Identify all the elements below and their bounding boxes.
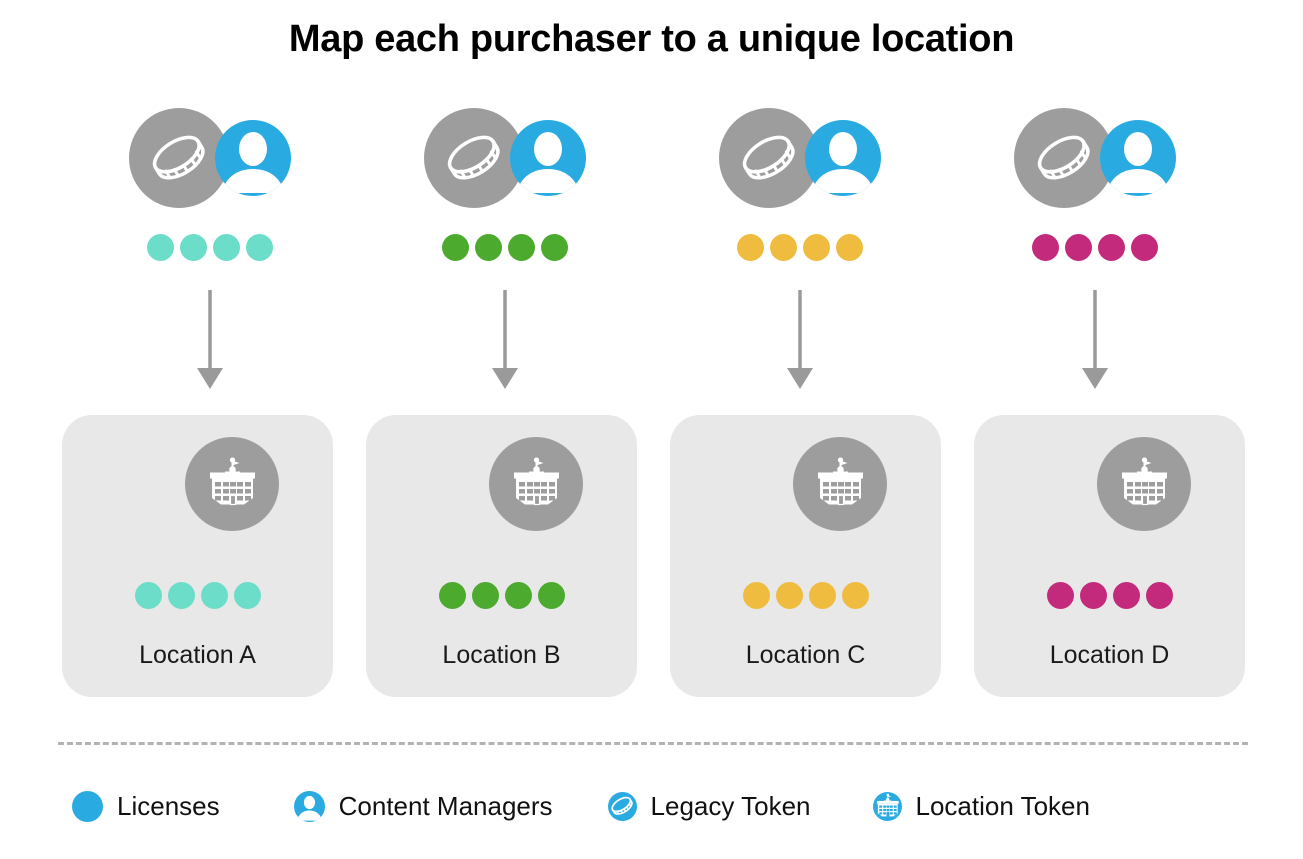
location-token-icon <box>872 791 902 821</box>
content-manager-icon <box>1099 120 1176 196</box>
legend-item-legacy-token: Legacy Token <box>607 790 811 822</box>
purchaser-c-licenses <box>652 234 947 261</box>
purchaser-a <box>62 108 357 278</box>
legend-label-legacy-token: Legacy Token <box>650 790 811 821</box>
legend-item-licenses: Licenses <box>72 790 220 822</box>
legend: Licenses Content Managers Legacy Token L… <box>72 783 1252 829</box>
location-c-label: Location C <box>745 641 866 669</box>
purchaser-a-licenses <box>62 234 357 261</box>
arrow-cell-a <box>62 290 357 395</box>
purchaser-c <box>652 108 947 278</box>
legacy-token-icon <box>607 791 637 821</box>
license-dot <box>167 582 195 609</box>
arrow-cell-c <box>652 290 947 395</box>
purchaser-a-icons <box>62 108 357 208</box>
license-dot <box>775 582 803 609</box>
location-b-label: Location B <box>442 641 561 669</box>
location-b-licenses <box>366 582 637 609</box>
license-dot <box>507 234 535 261</box>
location-c-licenses <box>670 582 941 609</box>
license-dot <box>474 234 502 261</box>
purchaser-row <box>62 108 1242 278</box>
license-dot <box>200 582 228 609</box>
content-manager-icon <box>293 790 325 822</box>
license-dot <box>441 234 469 261</box>
license-dot <box>841 582 869 609</box>
location-card-a[interactable]: Location A <box>62 415 333 697</box>
legend-item-location-token: Location Token <box>872 790 1090 822</box>
license-dot <box>245 234 273 261</box>
license-dot <box>742 582 770 609</box>
purchaser-b-licenses <box>357 234 652 261</box>
filled-circle-icon <box>72 790 103 822</box>
license-dot <box>835 234 863 261</box>
legend-label-location-token: Location Token <box>915 790 1090 821</box>
license-dot <box>802 234 830 261</box>
legend-divider <box>58 742 1248 745</box>
license-dot <box>1079 582 1107 609</box>
arrow-cell-b <box>357 290 652 395</box>
license-dot <box>1145 582 1173 609</box>
location-token-icon <box>184 437 279 531</box>
license-dot <box>504 582 532 609</box>
legacy-token-icon <box>1013 108 1114 208</box>
license-dot <box>1097 234 1125 261</box>
location-card-d[interactable]: Location D <box>974 415 1245 697</box>
location-d-icon-wrap <box>974 437 1245 531</box>
arrow-down-icon <box>1081 290 1108 389</box>
license-dot <box>1112 582 1140 609</box>
license-dot <box>438 582 466 609</box>
location-a-icon-wrap <box>62 437 333 531</box>
location-row: Location A Location B Location C Locatio… <box>62 415 1245 697</box>
license-dot <box>471 582 499 609</box>
license-dot <box>1046 582 1074 609</box>
license-dot <box>134 582 162 609</box>
location-token-icon <box>1096 437 1191 531</box>
license-dot <box>537 582 565 609</box>
purchaser-b-icons <box>357 108 652 208</box>
arrow-down-icon <box>196 290 223 389</box>
location-token-icon <box>792 437 887 531</box>
location-token-icon <box>488 437 583 531</box>
legacy-token-icon <box>718 108 819 208</box>
license-dot <box>1130 234 1158 261</box>
license-dot <box>179 234 207 261</box>
purchaser-d <box>947 108 1242 278</box>
location-card-b[interactable]: Location B <box>366 415 637 697</box>
legacy-token-icon <box>128 108 229 208</box>
arrow-down-icon <box>786 290 813 389</box>
location-c-icon-wrap <box>670 437 941 531</box>
content-manager-icon <box>804 120 881 196</box>
legend-label-content-managers: Content Managers <box>338 790 553 821</box>
purchaser-c-icons <box>652 108 947 208</box>
location-a-licenses <box>62 582 333 609</box>
legacy-token-icon <box>423 108 524 208</box>
arrow-down-icon <box>491 290 518 389</box>
purchaser-b <box>357 108 652 278</box>
legend-label-licenses: Licenses <box>117 790 220 821</box>
location-card-c[interactable]: Location C <box>670 415 941 697</box>
license-dot <box>1031 234 1059 261</box>
purchaser-d-licenses <box>947 234 1242 261</box>
page-title: Map each purchaser to a unique location <box>288 18 1015 60</box>
content-manager-icon <box>214 120 291 196</box>
location-d-licenses <box>974 582 1245 609</box>
license-dot <box>233 582 261 609</box>
location-a-label: Location A <box>139 641 256 669</box>
legend-item-content-managers: Content Managers <box>293 790 553 822</box>
mapping-arrows <box>62 290 1242 395</box>
location-d-label: Location D <box>1049 641 1170 669</box>
license-dot <box>808 582 836 609</box>
license-dot <box>736 234 764 261</box>
license-dot <box>540 234 568 261</box>
license-dot <box>146 234 174 261</box>
license-dot <box>212 234 240 261</box>
purchaser-d-icons <box>947 108 1242 208</box>
arrow-cell-d <box>947 290 1242 395</box>
license-dot <box>1064 234 1092 261</box>
license-dot <box>769 234 797 261</box>
content-manager-icon <box>509 120 586 196</box>
location-b-icon-wrap <box>366 437 637 531</box>
